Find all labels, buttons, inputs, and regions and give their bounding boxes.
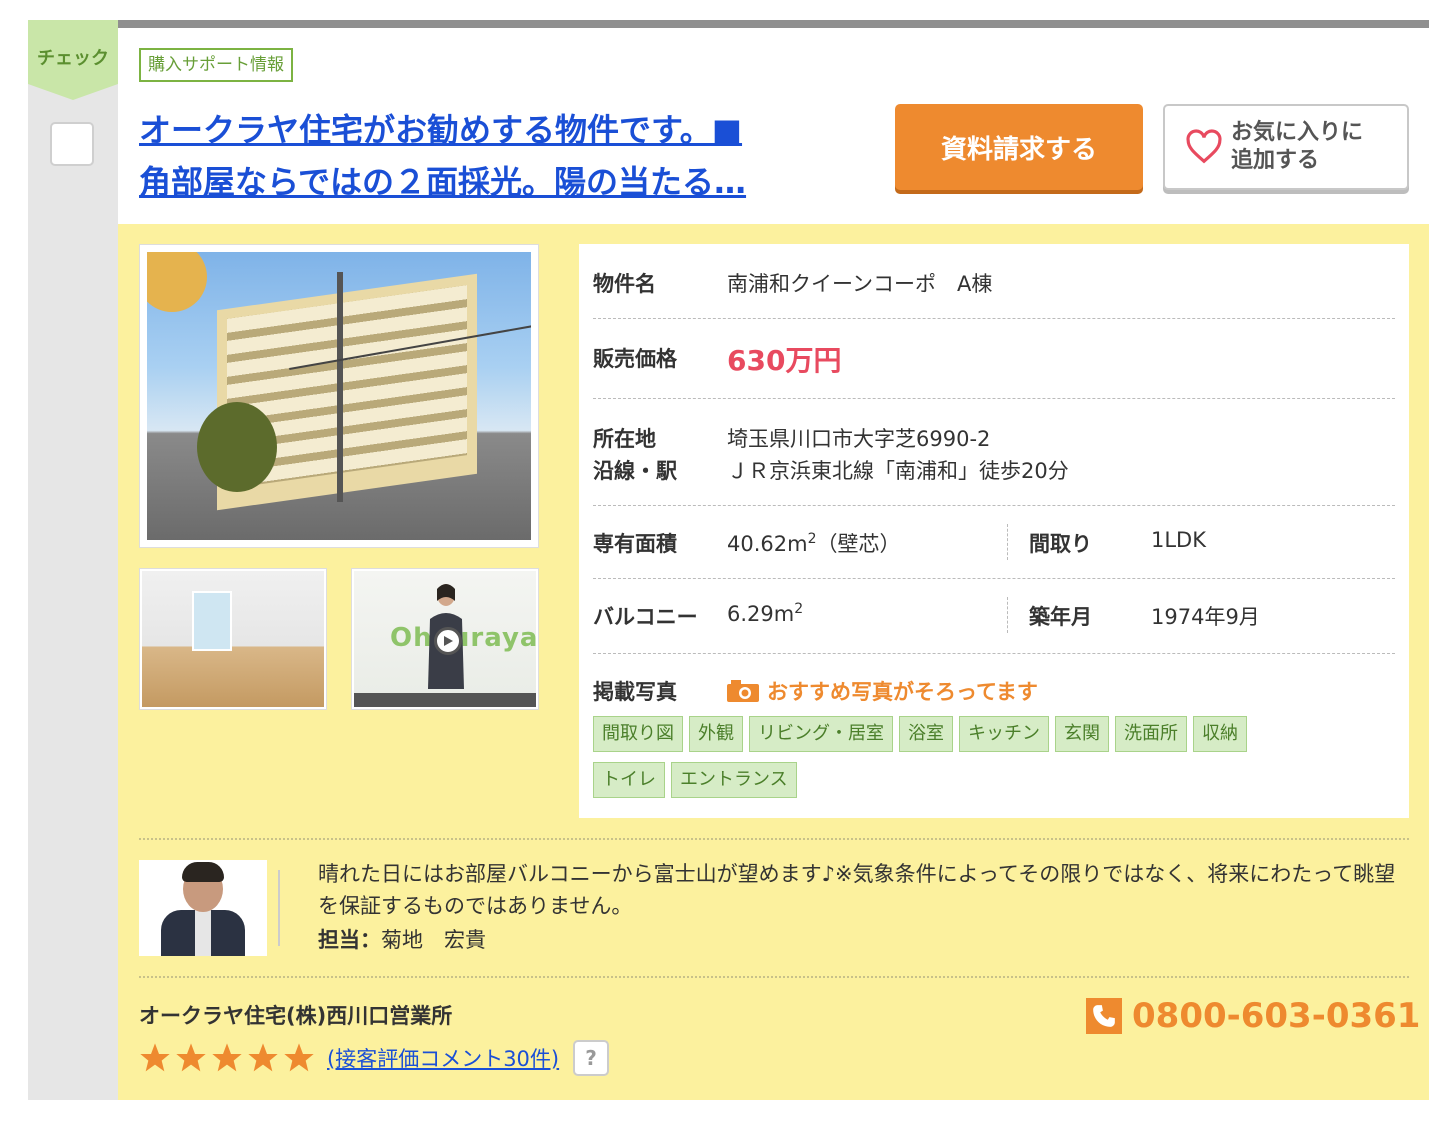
name-label: 物件名 (593, 272, 656, 296)
building-exterior-image (147, 252, 531, 540)
video-controls-bar (354, 693, 536, 707)
add-favorite-button[interactable]: お気に入りに 追加する (1163, 104, 1409, 190)
photo-tag[interactable]: トイレ (593, 762, 665, 798)
photos-note: おすすめ写真がそろってます (727, 676, 1038, 706)
divider (139, 838, 1409, 840)
built-label: 築年月 (1029, 605, 1092, 629)
phone-icon (1086, 998, 1122, 1034)
star-icon (284, 1043, 314, 1072)
photo-tag[interactable]: エントランス (671, 762, 797, 798)
price-value: 630万円 (727, 344, 842, 377)
photos-label: 掲載写真 (593, 680, 677, 704)
rating: (接客評価コメント30件) ? (139, 1040, 610, 1076)
staff-comment: 晴れた日にはお部屋バルコニーから富士山が望めます♪※気象条件によってその限りでは… (318, 862, 1396, 918)
balcony-label: バルコニー (593, 605, 698, 629)
photo-tag[interactable]: 外観 (689, 716, 743, 752)
photo-tag[interactable]: リビング・居室 (749, 716, 893, 752)
photo-tag[interactable]: キッチン (959, 716, 1049, 752)
phone-text: 0800-603-0361 (1132, 996, 1421, 1036)
row-location: 所在地 埼玉県川口市大字芝6990-2 沿線・駅 ＪＲ京浜東北線「南浦和」徒歩2… (593, 399, 1395, 506)
star-icon (212, 1043, 242, 1072)
phone-number[interactable]: 0800-603-0361 (1086, 996, 1420, 1036)
favorite-line-1: お気に入りに (1231, 120, 1364, 145)
photo-tag[interactable]: 玄関 (1055, 716, 1109, 752)
interior-thumbnail[interactable] (139, 568, 327, 710)
main-photo[interactable] (139, 244, 539, 548)
divider (139, 976, 1409, 978)
check-tab: チェック (28, 20, 118, 100)
check-label: チェック (37, 48, 109, 69)
area-label: 専有面積 (593, 532, 677, 556)
station-value: ＪＲ京浜東北線「南浦和」徒歩20分 (727, 459, 1069, 483)
review-comments-link[interactable]: (接客評価コメント30件) (327, 1043, 559, 1073)
request-info-button[interactable]: 資料請求する (895, 104, 1143, 190)
row-price: 販売価格 630万円 (593, 319, 1395, 399)
photo-tag[interactable]: 浴室 (899, 716, 953, 752)
photo-tag[interactable]: 収納 (1193, 716, 1247, 752)
staff-photo (139, 860, 267, 956)
star-icon (248, 1043, 278, 1072)
photo-tags: 間取り図 外観 リビング・居室 浴室 キッチン 玄関 洗面所 収納トイレ エントランス (593, 716, 1353, 808)
compare-checkbox[interactable] (50, 122, 94, 166)
star-icon (176, 1043, 206, 1072)
video-image: Ohkuraya (354, 571, 536, 707)
top-border (118, 20, 1429, 28)
name-value: 南浦和クイーンコーポ A棟 (727, 272, 993, 296)
photo-tag[interactable]: 間取り図 (593, 716, 683, 752)
listing-title-link[interactable]: オークラヤ住宅がお勧めする物件です。■ 角部屋ならではの２面採光。陽の当たる… (139, 104, 839, 208)
built-value: 1974年9月 (1151, 605, 1260, 629)
row-area: 専有面積 40.62m2（壁芯） 間取り 1LDK (593, 506, 1395, 579)
area-value: 40.62m2（壁芯） (727, 531, 901, 556)
layout-value: 1LDK (1151, 528, 1207, 552)
balcony-value: 6.29m2 (727, 601, 804, 626)
row-name: 物件名 南浦和クイーンコーポ A棟 (593, 244, 1395, 319)
tantou-label: 担当： (318, 928, 381, 952)
price-label: 販売価格 (593, 347, 677, 371)
interior-image (142, 571, 324, 707)
photos-note-text: おすすめ写真がそろってます (767, 680, 1038, 704)
check-column: チェック (28, 20, 118, 1100)
address-label: 所在地 (593, 427, 656, 451)
company-name: オークラヤ住宅(株)西川口営業所 (139, 1004, 453, 1028)
address-value: 埼玉県川口市大字芝6990-2 (727, 427, 991, 451)
video-thumbnail[interactable]: Ohkuraya (351, 568, 539, 710)
title-line-1: オークラヤ住宅がお勧めする物件です。■ (139, 111, 743, 149)
layout-label: 間取り (1029, 532, 1092, 556)
help-button[interactable]: ? (573, 1040, 610, 1076)
photo-tag[interactable]: 洗面所 (1115, 716, 1187, 752)
star-icon (140, 1043, 170, 1072)
favorite-line-2: 追加する (1231, 148, 1320, 173)
comment-bracket (278, 870, 298, 946)
play-icon[interactable] (434, 627, 462, 655)
tantou-name: 菊地 宏貴 (381, 928, 486, 952)
row-balcony: バルコニー 6.29m2 築年月 1974年9月 (593, 579, 1395, 654)
station-label: 沿線・駅 (593, 459, 677, 483)
support-badge: 購入サポート情報 (139, 48, 293, 82)
title-line-2: 角部屋ならではの２面採光。陽の当たる… (139, 163, 747, 201)
camera-icon (727, 680, 759, 702)
favorite-label: お気に入りに 追加する (1231, 119, 1391, 175)
heart-icon (1186, 129, 1222, 164)
staff-name: 担当：菊地 宏貴 (318, 924, 486, 956)
property-details: 物件名 南浦和クイーンコーポ A棟 販売価格 630万円 所在地 埼玉県川口市大… (579, 244, 1409, 818)
